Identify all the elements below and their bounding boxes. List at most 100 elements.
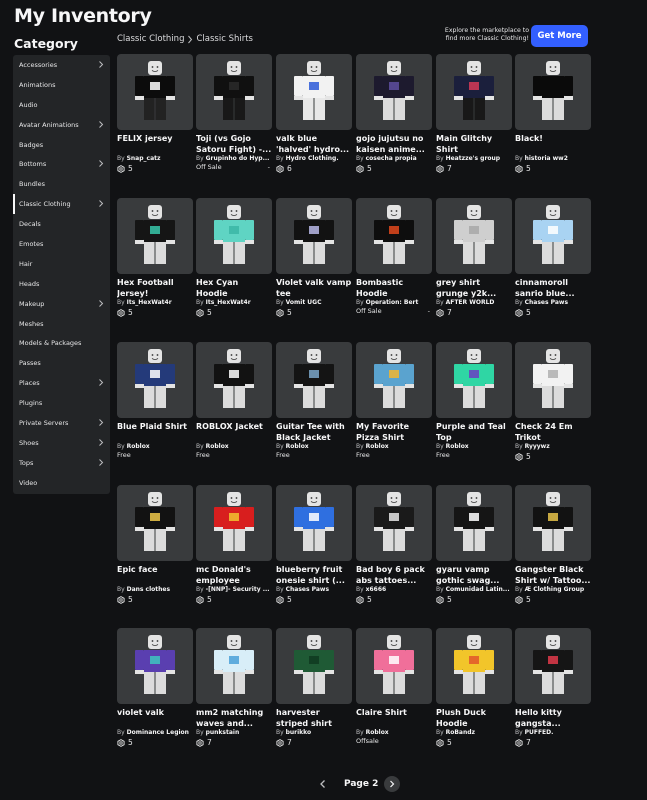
creator-name[interactable]: AFTER WORLD <box>446 299 495 306</box>
item-thumbnail[interactable] <box>117 54 193 130</box>
item-card[interactable]: Bad boy 6 pack abs tattoes... By x6666 5 <box>356 485 432 605</box>
sidebar-item-bundles[interactable]: Bundles <box>13 174 110 194</box>
sidebar-item-private-servers[interactable]: Private Servers <box>13 413 110 433</box>
creator-name[interactable]: Vomit UGC <box>286 299 322 306</box>
sidebar-item-audio[interactable]: Audio <box>13 95 110 115</box>
creator-name[interactable]: Its_HexWat4r <box>127 299 172 306</box>
sidebar-item-emotes[interactable]: Emotes <box>13 234 110 254</box>
creator-name[interactable]: Ryyywz <box>525 443 550 450</box>
creator-name[interactable]: cosecha propia <box>366 155 417 162</box>
sidebar-item-bottoms[interactable]: Bottoms <box>13 154 110 174</box>
sidebar-item-classic-clothing[interactable]: Classic Clothing <box>13 194 110 215</box>
creator-name[interactable]: Comunidad Latin... <box>446 586 510 593</box>
item-name[interactable]: Purple and Teal Top <box>436 421 512 443</box>
sidebar-item-animations[interactable]: Animations <box>13 75 110 95</box>
item-card[interactable]: Purple and Teal Top By Roblox Free <box>436 342 512 460</box>
creator-name[interactable]: Hydro Clothing. <box>286 155 339 162</box>
item-thumbnail[interactable] <box>515 485 591 561</box>
creator-name[interactable]: historia ww2 <box>525 155 568 162</box>
item-thumbnail[interactable] <box>515 342 591 418</box>
item-thumbnail[interactable] <box>196 628 272 704</box>
item-card[interactable]: Violet valk vamp tee By Vomit UGC 5 <box>276 198 352 318</box>
item-name[interactable]: FELIX jersey <box>117 133 193 155</box>
get-more-button[interactable]: Get More <box>531 25 588 47</box>
item-name[interactable]: Guitar Tee with Black Jacket <box>276 421 352 443</box>
item-thumbnail[interactable] <box>276 485 352 561</box>
item-card[interactable]: grey shirt grunge y2k... By AFTER WORLD 7 <box>436 198 512 318</box>
item-name[interactable]: Plush Duck Hoodie <box>436 707 512 729</box>
item-card[interactable]: FELIX jersey By Snap_catz 5 <box>117 54 193 174</box>
item-card[interactable]: Hello kitty gangsta... By PUFFED. 7 <box>515 628 591 748</box>
item-name[interactable]: mm2 matching waves and... <box>196 707 272 729</box>
creator-name[interactable]: Roblox <box>286 443 309 450</box>
sidebar-item-badges[interactable]: Badges <box>13 135 110 155</box>
creator-name[interactable]: Chases Paws <box>286 586 329 593</box>
item-card[interactable]: harvester striped shirt By burikko 7 <box>276 628 352 748</box>
item-thumbnail[interactable] <box>117 198 193 274</box>
item-card[interactable]: valk blue 'halved' hydro... By Hydro Clot… <box>276 54 352 174</box>
item-card[interactable]: ROBLOX Jacket By Roblox Free <box>196 342 272 460</box>
item-thumbnail[interactable] <box>436 485 512 561</box>
creator-name[interactable]: Roblox <box>206 443 229 450</box>
item-card[interactable]: Gangster Black Shirt w/ Tattoo... By Æ Cl… <box>515 485 591 605</box>
creator-name[interactable]: Roblox <box>366 729 389 736</box>
item-thumbnail[interactable] <box>276 54 352 130</box>
item-name[interactable]: Hex Football Jersey! <box>117 277 193 299</box>
item-thumbnail[interactable] <box>196 485 272 561</box>
item-card[interactable]: gojo jujutsu no kaisen anime... By cosech… <box>356 54 432 174</box>
item-thumbnail[interactable] <box>356 198 432 274</box>
item-name[interactable]: Claire Shirt <box>356 707 432 729</box>
item-thumbnail[interactable] <box>436 628 512 704</box>
item-thumbnail[interactable] <box>515 198 591 274</box>
item-thumbnail[interactable] <box>117 485 193 561</box>
sidebar-item-models-packages[interactable]: Models & Packages <box>13 333 110 353</box>
item-thumbnail[interactable] <box>436 198 512 274</box>
item-name[interactable]: mc Donald's employee <box>196 564 272 586</box>
item-card[interactable]: gyaru vamp gothic swag... By Comunidad La… <box>436 485 512 605</box>
item-name[interactable]: Violet valk vamp tee <box>276 277 352 299</box>
item-card[interactable]: Claire Shirt By Roblox Offsale <box>356 628 432 746</box>
item-card[interactable]: Guitar Tee with Black Jacket By Roblox Fre… <box>276 342 352 460</box>
item-thumbnail[interactable] <box>276 198 352 274</box>
item-thumbnail[interactable] <box>196 54 272 130</box>
creator-name[interactable]: Roblox <box>366 443 389 450</box>
item-thumbnail[interactable] <box>196 342 272 418</box>
item-card[interactable]: Check 24 Em Trikot By Ryyywz 5 <box>515 342 591 462</box>
item-name[interactable]: Bad boy 6 pack abs tattoes... <box>356 564 432 586</box>
item-thumbnail[interactable] <box>356 485 432 561</box>
item-card[interactable]: My Favorite Pizza Shirt By Roblox Free <box>356 342 432 460</box>
creator-name[interactable]: Roblox <box>446 443 469 450</box>
creator-name[interactable]: punkstain <box>206 729 240 736</box>
item-thumbnail[interactable] <box>276 628 352 704</box>
item-name[interactable]: Hello kitty gangsta... <box>515 707 591 729</box>
item-name[interactable]: gojo jujutsu no kaisen anime... <box>356 133 432 155</box>
sidebar-item-tops[interactable]: Tops <box>13 453 110 473</box>
creator-name[interactable]: burikko <box>286 729 312 736</box>
item-card[interactable]: mc Donald's employee By -[NNP]- Security … <box>196 485 272 605</box>
item-thumbnail[interactable] <box>515 628 591 704</box>
creator-name[interactable]: Snap_catz <box>127 155 161 162</box>
item-name[interactable]: Epic face <box>117 564 193 586</box>
item-name[interactable]: Toji (vs Gojo Satoru Fight) -... <box>196 133 272 155</box>
item-name[interactable]: Gangster Black Shirt w/ Tattoo... <box>515 564 591 586</box>
item-card[interactable]: Hex Football Jersey! By Its_HexWat4r 5 <box>117 198 193 318</box>
sidebar-item-places[interactable]: Places <box>13 373 110 393</box>
item-thumbnail[interactable] <box>436 54 512 130</box>
item-name[interactable]: grey shirt grunge y2k... <box>436 277 512 299</box>
sidebar-item-plugins[interactable]: Plugins <box>13 393 110 413</box>
sidebar-item-meshes[interactable]: Meshes <box>13 314 110 334</box>
item-name[interactable]: cinnamoroll sanrio blue... <box>515 277 591 299</box>
item-name[interactable]: My Favorite Pizza Shirt <box>356 421 432 443</box>
item-name[interactable]: harvester striped shirt <box>276 707 352 729</box>
creator-name[interactable]: Dans clothes <box>127 586 170 593</box>
item-thumbnail[interactable] <box>515 54 591 130</box>
item-thumbnail[interactable] <box>356 342 432 418</box>
creator-name[interactable]: Dominance Legion <box>127 729 189 736</box>
creator-name[interactable]: Operation: Bert <box>366 299 419 306</box>
next-page-button[interactable] <box>384 776 401 792</box>
item-name[interactable]: Hex Cyan Hoodie <box>196 277 272 299</box>
sidebar-item-makeup[interactable]: Makeup <box>13 294 110 314</box>
item-card[interactable]: violet valk By Dominance Legion 5 <box>117 628 193 748</box>
item-name[interactable]: Blue Plaid Shirt <box>117 421 193 443</box>
sidebar-item-decals[interactable]: Decals <box>13 214 110 234</box>
